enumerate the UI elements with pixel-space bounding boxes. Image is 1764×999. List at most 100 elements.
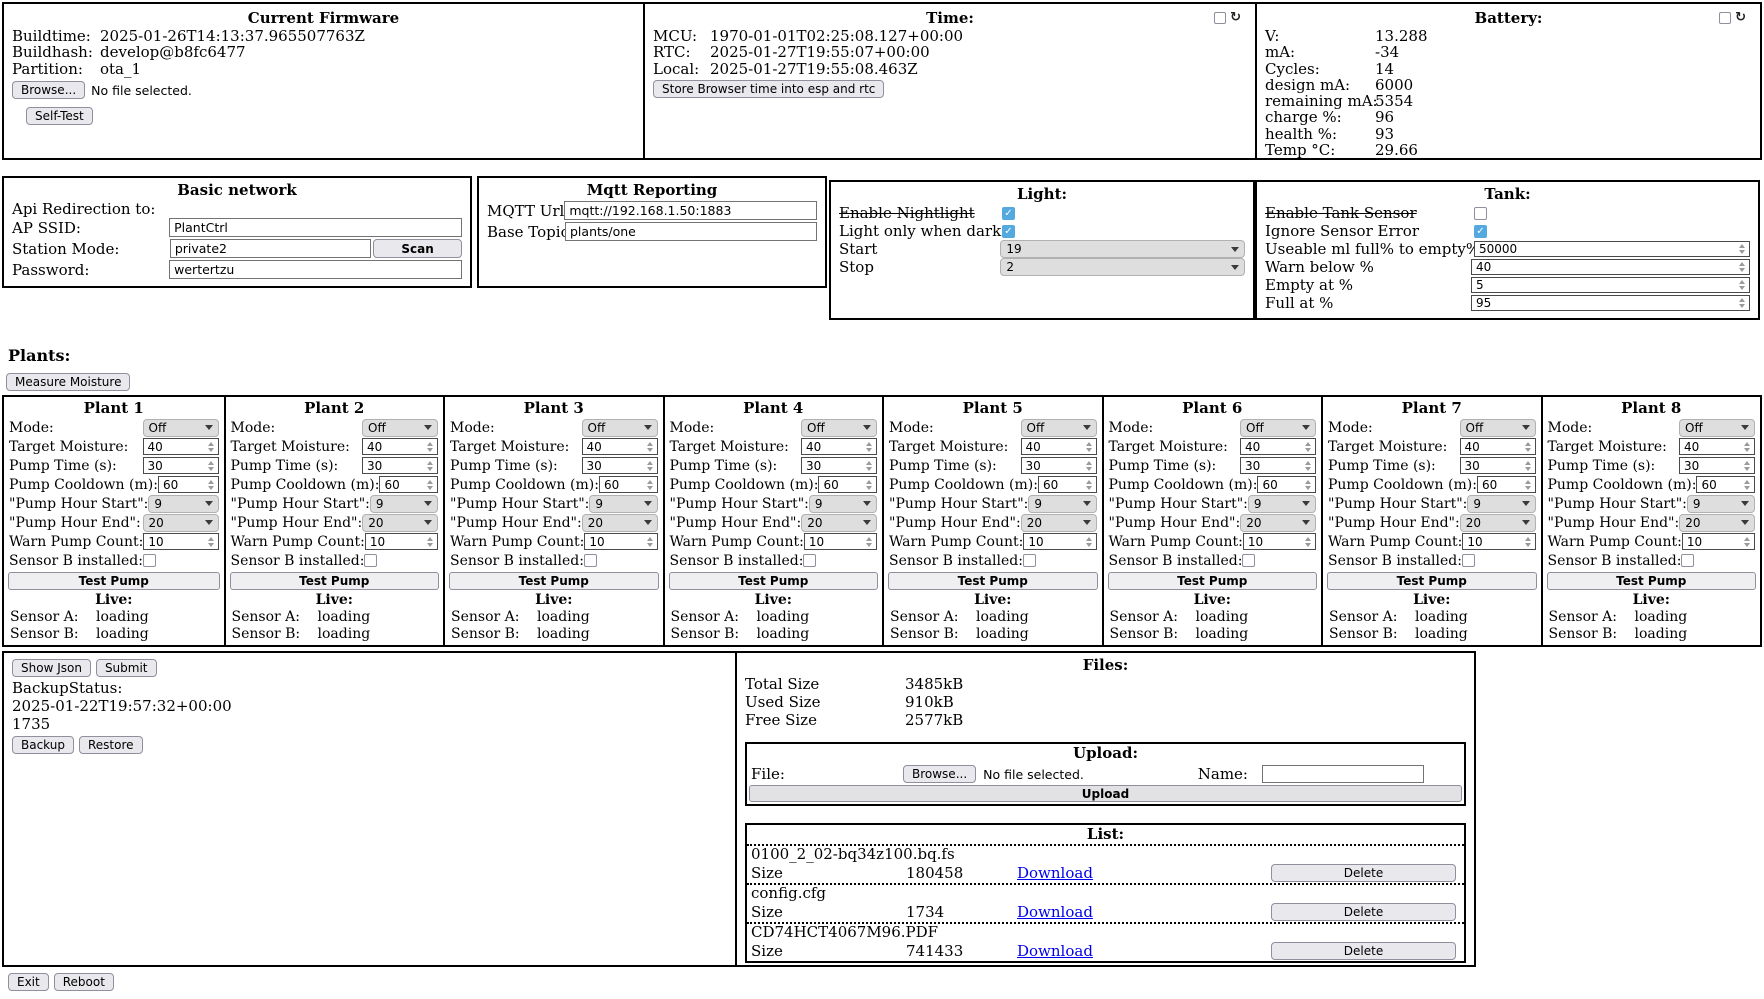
pump-hour-end-select[interactable]: 20 bbox=[1460, 514, 1536, 532]
time-auto-refresh-checkbox[interactable] bbox=[1214, 12, 1226, 24]
firmware-browse-button[interactable]: Browse... bbox=[12, 81, 85, 99]
mode-select[interactable]: Off bbox=[582, 419, 658, 437]
upload-button[interactable]: Upload bbox=[749, 785, 1462, 802]
spinner-icon[interactable] bbox=[206, 442, 216, 452]
warn-pump-count-input[interactable]: 10 bbox=[1023, 533, 1096, 550]
pump-cooldown-input[interactable]: 60 bbox=[379, 476, 438, 493]
warn-pump-count-input[interactable]: 10 bbox=[365, 533, 438, 550]
base-topic-input[interactable] bbox=[565, 222, 817, 241]
sensor-b-installed-checkbox[interactable] bbox=[1681, 554, 1694, 567]
pump-hour-start-select[interactable]: 9 bbox=[148, 495, 218, 513]
pump-hour-start-select[interactable]: 9 bbox=[1248, 495, 1316, 513]
upload-name-input[interactable] bbox=[1262, 765, 1424, 783]
spinner-icon[interactable] bbox=[1737, 262, 1747, 272]
target-moisture-input[interactable]: 40 bbox=[362, 438, 438, 455]
spinner-icon[interactable] bbox=[1737, 298, 1747, 308]
spinner-icon[interactable] bbox=[1523, 480, 1533, 490]
refresh-icon[interactable]: ↻ bbox=[1230, 11, 1241, 24]
spinner-icon[interactable] bbox=[1737, 244, 1747, 254]
mqtt-url-input[interactable] bbox=[564, 201, 817, 220]
pump-cooldown-input[interactable]: 60 bbox=[158, 476, 219, 493]
download-link[interactable]: Download bbox=[1017, 942, 1093, 960]
delete-button[interactable]: Delete bbox=[1271, 903, 1456, 921]
spinner-icon[interactable] bbox=[1303, 442, 1313, 452]
delete-button[interactable]: Delete bbox=[1271, 864, 1456, 882]
spinner-icon[interactable] bbox=[645, 442, 655, 452]
spinner-icon[interactable] bbox=[645, 480, 655, 490]
pump-time-input[interactable]: 30 bbox=[1021, 457, 1097, 474]
spinner-icon[interactable] bbox=[864, 480, 874, 490]
target-moisture-input[interactable]: 40 bbox=[582, 438, 658, 455]
spinner-icon[interactable] bbox=[206, 461, 216, 471]
empty-at-input[interactable]: 5 bbox=[1471, 277, 1750, 293]
useable-ml-input[interactable]: 50000 bbox=[1474, 241, 1750, 257]
download-link[interactable]: Download bbox=[1017, 864, 1093, 882]
battery-auto-refresh-checkbox[interactable] bbox=[1719, 12, 1731, 24]
enable-tank-sensor-checkbox[interactable] bbox=[1474, 207, 1487, 220]
spinner-icon[interactable] bbox=[1742, 537, 1752, 547]
sensor-b-installed-checkbox[interactable] bbox=[143, 554, 156, 567]
test-pump-button[interactable]: Test Pump bbox=[1108, 572, 1318, 590]
pump-cooldown-input[interactable]: 60 bbox=[1257, 476, 1316, 493]
spinner-icon[interactable] bbox=[1742, 480, 1752, 490]
test-pump-button[interactable]: Test Pump bbox=[8, 572, 220, 590]
warn-pump-count-input[interactable]: 10 bbox=[1243, 533, 1316, 550]
spinner-icon[interactable] bbox=[425, 537, 435, 547]
store-browser-time-button[interactable]: Store Browser time into esp and rtc bbox=[653, 80, 884, 98]
pump-hour-end-select[interactable]: 20 bbox=[143, 514, 219, 532]
warn-pump-count-input[interactable]: 10 bbox=[1682, 533, 1755, 550]
sensor-b-installed-checkbox[interactable] bbox=[584, 554, 597, 567]
spinner-icon[interactable] bbox=[645, 461, 655, 471]
enable-nightlight-checkbox[interactable] bbox=[1002, 207, 1015, 220]
pump-hour-end-select[interactable]: 20 bbox=[801, 514, 877, 532]
mode-select[interactable]: Off bbox=[1460, 419, 1536, 437]
pump-hour-start-select[interactable]: 9 bbox=[809, 495, 877, 513]
sensor-b-installed-checkbox[interactable] bbox=[364, 554, 377, 567]
test-pump-button[interactable]: Test Pump bbox=[449, 572, 659, 590]
pump-cooldown-input[interactable]: 60 bbox=[1477, 476, 1536, 493]
pump-time-input[interactable]: 30 bbox=[582, 457, 658, 474]
light-only-dark-checkbox[interactable] bbox=[1002, 225, 1015, 238]
pump-time-input[interactable]: 30 bbox=[801, 457, 877, 474]
submit-button[interactable]: Submit bbox=[96, 659, 157, 677]
spinner-icon[interactable] bbox=[1084, 537, 1094, 547]
sensor-b-installed-checkbox[interactable] bbox=[803, 554, 816, 567]
pump-hour-end-select[interactable]: 20 bbox=[582, 514, 658, 532]
spinner-icon[interactable] bbox=[645, 537, 655, 547]
mode-select[interactable]: Off bbox=[1240, 419, 1316, 437]
scan-button[interactable]: Scan bbox=[373, 239, 462, 258]
light-start-select[interactable]: 19 bbox=[1000, 240, 1245, 258]
pump-cooldown-input[interactable]: 60 bbox=[1696, 476, 1755, 493]
spinner-icon[interactable] bbox=[864, 537, 874, 547]
pump-cooldown-input[interactable]: 60 bbox=[1038, 476, 1097, 493]
show-json-button[interactable]: Show Json bbox=[12, 659, 91, 677]
spinner-icon[interactable] bbox=[1084, 461, 1094, 471]
self-test-button[interactable]: Self-Test bbox=[26, 107, 93, 125]
pump-hour-end-select[interactable]: 20 bbox=[1679, 514, 1755, 532]
pump-hour-end-select[interactable]: 20 bbox=[1021, 514, 1097, 532]
spinner-icon[interactable] bbox=[425, 442, 435, 452]
mode-select[interactable]: Off bbox=[1679, 419, 1755, 437]
spinner-icon[interactable] bbox=[1084, 480, 1094, 490]
sensor-b-installed-checkbox[interactable] bbox=[1242, 554, 1255, 567]
ap-ssid-input[interactable] bbox=[169, 218, 462, 237]
pump-hour-end-select[interactable]: 20 bbox=[362, 514, 438, 532]
pump-hour-start-select[interactable]: 9 bbox=[589, 495, 657, 513]
spinner-icon[interactable] bbox=[1737, 280, 1747, 290]
pump-time-input[interactable]: 30 bbox=[1460, 457, 1536, 474]
test-pump-button[interactable]: Test Pump bbox=[230, 572, 440, 590]
download-link[interactable]: Download bbox=[1017, 903, 1093, 921]
warn-pump-count-input[interactable]: 10 bbox=[584, 533, 657, 550]
spinner-icon[interactable] bbox=[206, 480, 216, 490]
pump-hour-start-select[interactable]: 9 bbox=[370, 495, 438, 513]
mode-select[interactable]: Off bbox=[1021, 419, 1097, 437]
pump-cooldown-input[interactable]: 60 bbox=[599, 476, 658, 493]
spinner-icon[interactable] bbox=[425, 480, 435, 490]
target-moisture-input[interactable]: 40 bbox=[1679, 438, 1755, 455]
full-at-input[interactable]: 95 bbox=[1471, 295, 1750, 311]
warn-pump-count-input[interactable]: 10 bbox=[1462, 533, 1535, 550]
warn-pump-count-input[interactable]: 10 bbox=[804, 533, 877, 550]
spinner-icon[interactable] bbox=[1303, 537, 1313, 547]
mode-select[interactable]: Off bbox=[801, 419, 877, 437]
spinner-icon[interactable] bbox=[425, 461, 435, 471]
